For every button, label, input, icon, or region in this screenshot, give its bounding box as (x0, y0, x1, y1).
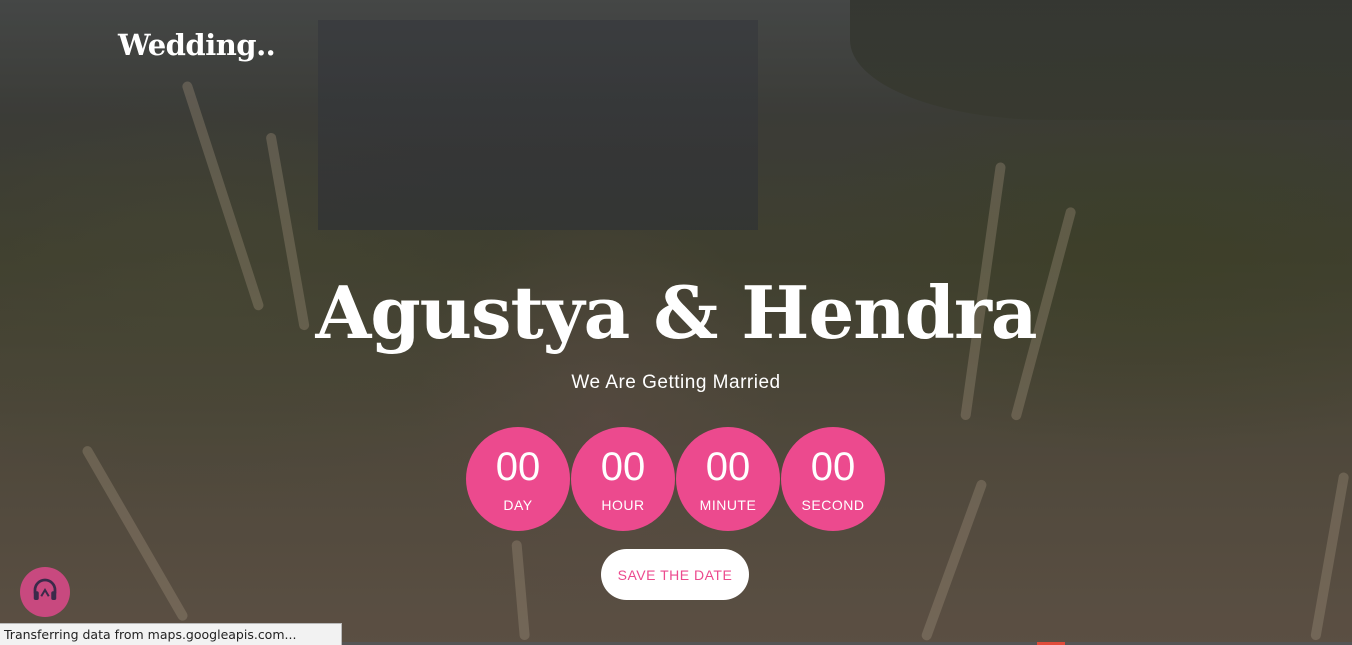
countdown-second-label: SECOND (801, 497, 865, 513)
countdown-day-value: 00 (495, 445, 541, 489)
site-logo[interactable]: Wedding.. (118, 28, 276, 62)
countdown-day-label: DAY (503, 497, 533, 513)
countdown-second: 00 SECOND (781, 427, 885, 531)
headphones-icon (30, 575, 60, 609)
countdown-day: 00 DAY (466, 427, 570, 531)
countdown-minute: 00 MINUTE (676, 427, 780, 531)
countdown-hour-label: HOUR (601, 497, 645, 513)
hero-subtitle: We Are Getting Married (571, 372, 781, 393)
couple-names-title: Agustya & Hendra (315, 270, 1037, 355)
save-the-date-button[interactable]: SAVE THE DATE (601, 549, 749, 600)
music-toggle-button[interactable] (20, 567, 70, 617)
browser-status-bar: Transferring data from maps.googleapis.c… (0, 623, 342, 645)
countdown-minute-value: 00 (705, 445, 751, 489)
countdown-hour: 00 HOUR (571, 427, 675, 531)
countdown-minute-label: MINUTE (699, 497, 757, 513)
countdown-timer: 00 DAY 00 HOUR 00 MINUTE 00 SECOND (466, 427, 888, 531)
countdown-hour-value: 00 (600, 445, 646, 489)
countdown-second-value: 00 (810, 445, 856, 489)
